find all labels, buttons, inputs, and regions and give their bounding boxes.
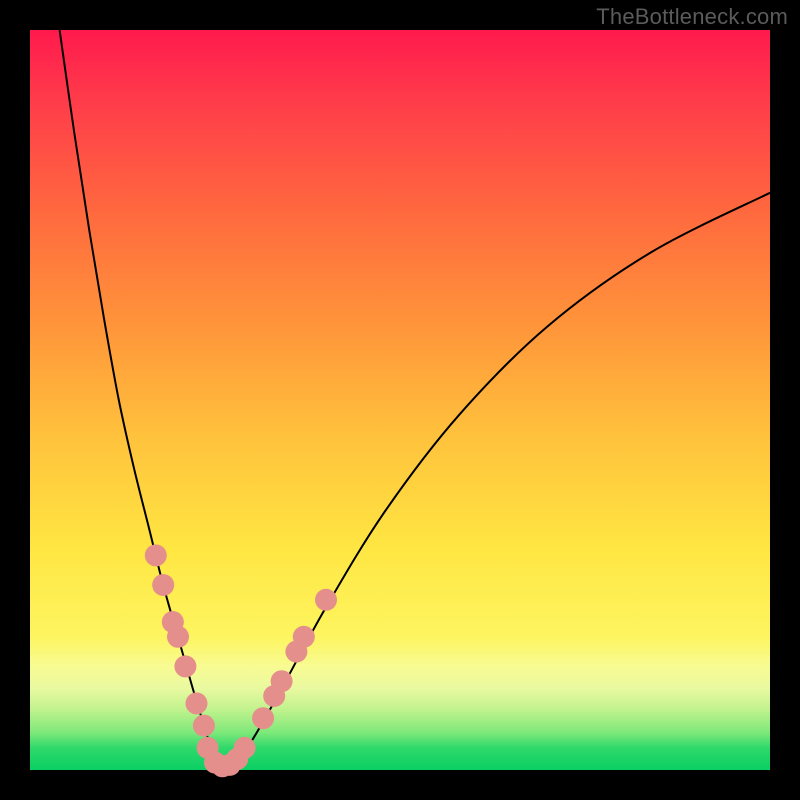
curve-marker xyxy=(293,626,315,648)
curve-marker xyxy=(252,707,274,729)
plot-area xyxy=(30,30,770,770)
curve-marker xyxy=(167,626,189,648)
curve-marker xyxy=(152,574,174,596)
bottleneck-curve xyxy=(60,30,770,766)
curve-marker xyxy=(271,670,293,692)
chart-frame: TheBottleneck.com xyxy=(0,0,800,800)
curve-svg xyxy=(30,30,770,770)
curve-marker xyxy=(234,737,256,759)
curve-marker xyxy=(193,715,215,737)
watermark-text: TheBottleneck.com xyxy=(596,4,788,30)
curve-marker xyxy=(174,655,196,677)
curve-marker xyxy=(145,544,167,566)
curve-markers xyxy=(145,544,337,777)
curve-marker xyxy=(186,692,208,714)
curve-marker xyxy=(315,589,337,611)
